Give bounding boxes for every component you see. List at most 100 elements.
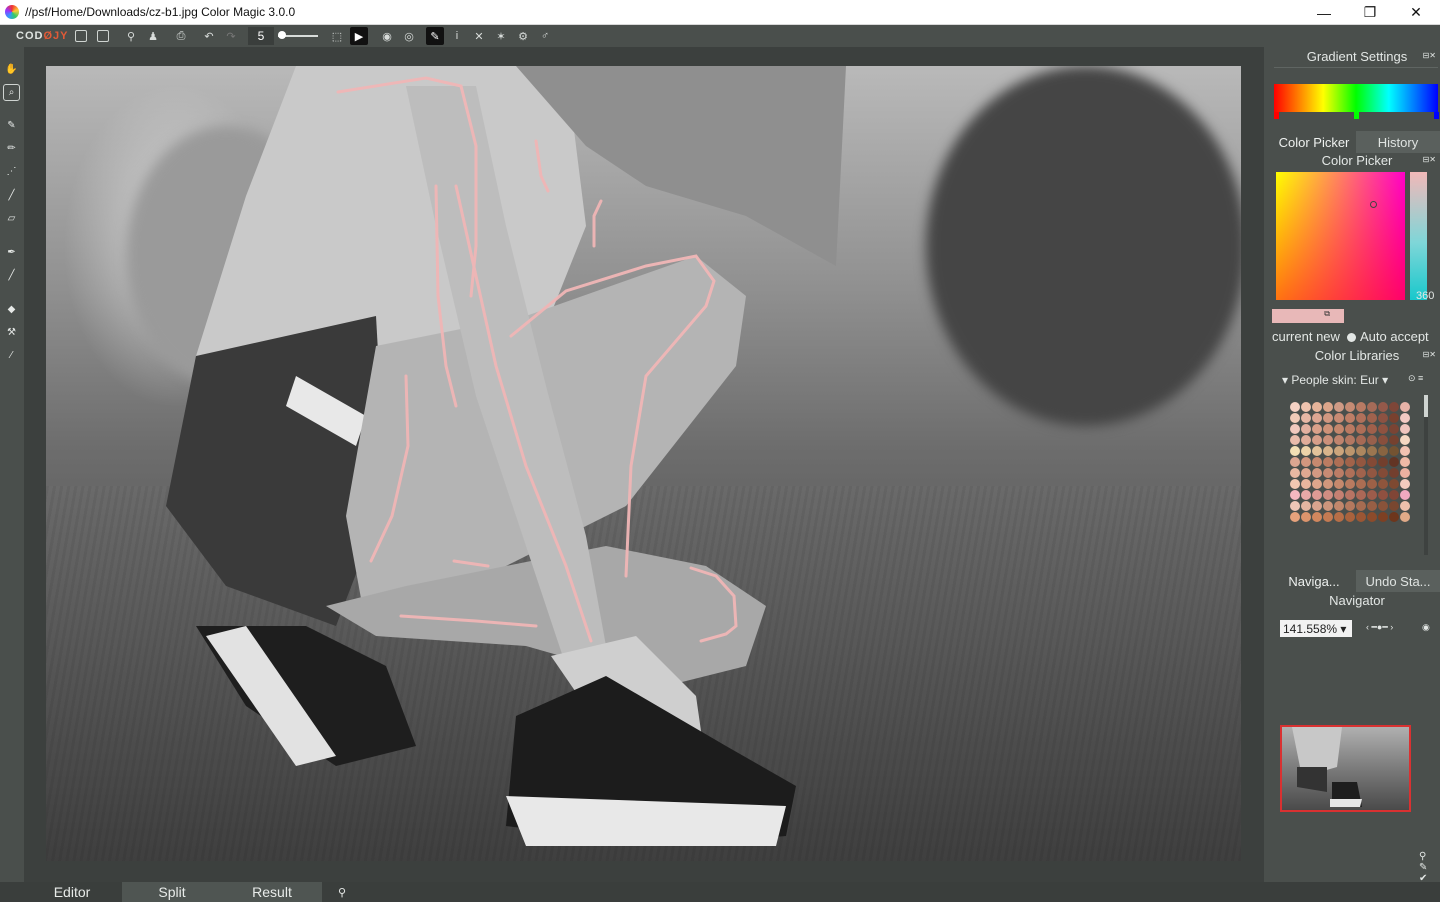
link-icon[interactable]: ♂ [534,27,556,45]
color-swatch[interactable] [1301,457,1311,467]
color-swatch[interactable] [1334,446,1344,456]
zoom-slider[interactable]: ‹ ━●━ › [1366,622,1393,633]
color-swatch[interactable] [1389,512,1399,522]
color-swatch[interactable] [1345,457,1355,467]
smudge-icon[interactable]: ╱ [3,267,20,284]
color-swatch[interactable] [1323,424,1333,434]
color-swatch[interactable] [1345,424,1355,434]
color-swatch[interactable] [1356,402,1366,412]
color-swatch[interactable] [1400,512,1410,522]
tab-result[interactable]: Result [222,882,322,902]
color-swatch[interactable] [1400,413,1410,423]
color-swatch[interactable] [1378,402,1388,412]
color-swatch[interactable] [1367,413,1377,423]
color-swatch[interactable] [1389,479,1399,489]
panel-float-icon[interactable]: ⊟✕ [1423,350,1436,359]
color-swatch[interactable] [1356,490,1366,500]
library-menu-icon[interactable]: ⊙ ≡ [1408,373,1423,384]
color-swatch[interactable] [1312,479,1322,489]
color-swatch[interactable] [1356,457,1366,467]
hue-slider[interactable] [1410,172,1427,300]
maximize-button[interactable]: ❐ [1347,0,1393,25]
color-swatch[interactable] [1356,468,1366,478]
panel-float-icon[interactable]: ⊟✕ [1423,155,1436,164]
settings-icon[interactable]: ⚙ [512,27,534,45]
color-swatch[interactable] [1367,501,1377,511]
color-swatch[interactable] [1323,435,1333,445]
import-icon[interactable] [70,27,92,45]
color-swatch[interactable] [1301,424,1311,434]
color-swatch[interactable] [1356,501,1366,511]
color-swatch[interactable] [1312,468,1322,478]
color-swatch[interactable] [1301,435,1311,445]
brush-size-stepper[interactable]: 5 [248,27,274,45]
color-swatch[interactable] [1400,446,1410,456]
undo-icon[interactable]: ↶ [198,27,220,45]
panel-float-icon[interactable]: ⊟✕ [1423,51,1436,60]
color-swatch[interactable] [1367,512,1377,522]
color-swatch[interactable] [1323,402,1333,412]
color-swatch[interactable] [1367,457,1377,467]
color-swatch[interactable] [1334,413,1344,423]
color-swatch[interactable] [1290,446,1300,456]
color-swatch[interactable] [1334,457,1344,467]
grayscale-photo[interactable] [46,66,1241,861]
color-swatch[interactable] [1301,468,1311,478]
minimize-button[interactable]: — [1301,0,1347,25]
color-swatch[interactable] [1345,468,1355,478]
color-swatch[interactable] [1378,457,1388,467]
color-swatch[interactable] [1367,424,1377,434]
gradient-bar[interactable] [1274,84,1438,112]
navigator-thumbnail[interactable] [1280,725,1411,812]
color-swatch[interactable] [1334,402,1344,412]
color-swatch[interactable] [1367,479,1377,489]
close-button[interactable]: ✕ [1393,0,1439,25]
color-swatch[interactable] [1345,479,1355,489]
color-swatch[interactable] [1290,424,1300,434]
color-swatch[interactable] [1378,468,1388,478]
color-cursor[interactable] [1370,201,1377,208]
tab-history[interactable]: History [1356,131,1440,153]
color-swatch[interactable] [1378,479,1388,489]
color-swatch[interactable] [1389,468,1399,478]
library-select[interactable]: ▾ People skin: Eur ▾ [1282,373,1388,387]
redo-icon[interactable]: ↷ [220,27,242,45]
fill-icon[interactable]: ◆ [3,301,20,318]
saturation-value-field[interactable] [1276,172,1405,300]
color-swatch[interactable] [1312,435,1322,445]
color-swatch[interactable] [1389,457,1399,467]
color-swatch[interactable] [1400,424,1410,434]
color-swatch[interactable] [1312,446,1322,456]
color-swatch[interactable] [1301,479,1311,489]
color-swatch[interactable] [1290,402,1300,412]
color-swatch[interactable] [1378,424,1388,434]
color-swatch[interactable] [1312,424,1322,434]
dotted-brush-icon[interactable]: ⋰ [3,163,20,180]
color-swatch[interactable] [1323,413,1333,423]
color-swatch[interactable] [1378,413,1388,423]
color-swatch[interactable] [1356,413,1366,423]
tab-color-picker[interactable]: Color Picker [1272,131,1356,153]
color-swatch[interactable] [1301,501,1311,511]
color-swatch[interactable] [1389,424,1399,434]
move-icon[interactable]: ✕ [468,27,490,45]
color-swatch[interactable] [1389,435,1399,445]
tab-undo-stack[interactable]: Undo Sta... [1356,570,1440,592]
color-swatch[interactable] [1290,457,1300,467]
color-swatch[interactable] [1367,446,1377,456]
select-icon[interactable]: ⬚ [326,27,348,45]
tab-split[interactable]: Split [122,882,222,902]
color-swatch[interactable] [1345,435,1355,445]
color-swatch[interactable] [1312,413,1322,423]
color-swatch[interactable] [1301,402,1311,412]
zoom-icon[interactable]: ⌕ [3,84,20,101]
color-swatch[interactable] [1367,468,1377,478]
color-swatch[interactable] [1312,457,1322,467]
color-swatch[interactable] [1290,501,1300,511]
color-swatch[interactable] [1334,435,1344,445]
line-icon[interactable]: ╱ [3,187,20,204]
dropper-icon[interactable]: ✒ [3,244,20,261]
gradient-stop-start[interactable] [1274,112,1279,119]
clone-icon[interactable]: ⚒ [3,324,20,341]
color-swatch[interactable] [1400,468,1410,478]
